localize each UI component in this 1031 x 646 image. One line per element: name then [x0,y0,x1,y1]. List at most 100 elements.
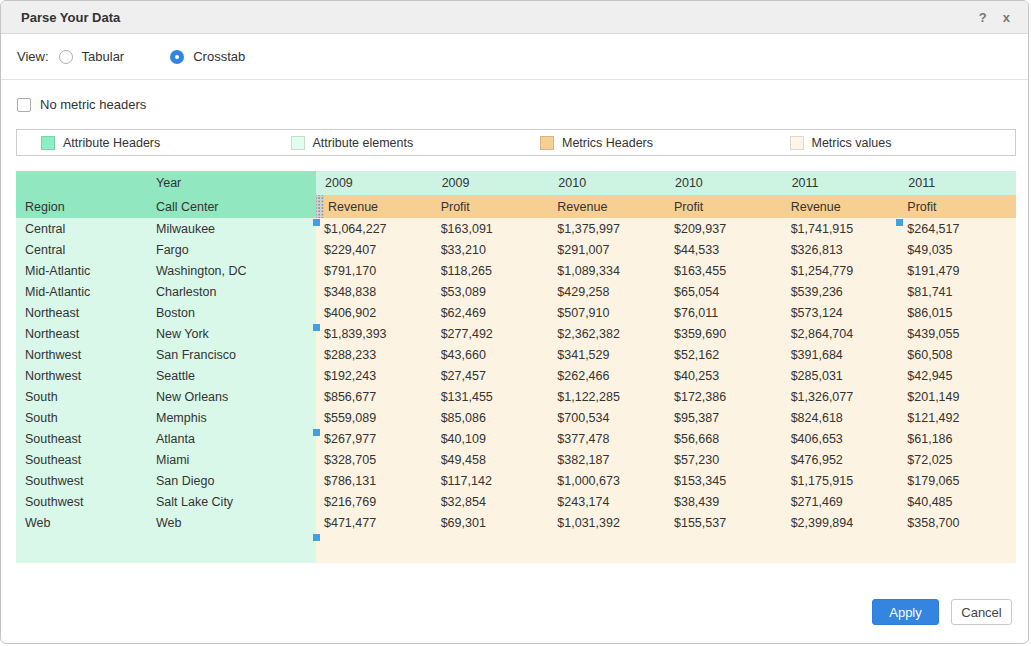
metric-value-cell[interactable]: $69,301 [433,512,550,533]
metric-value-cell[interactable]: $348,838 [316,281,433,302]
metric-value-cell[interactable]: $382,187 [549,449,666,470]
radio-option-crosstab[interactable]: Crosstab [170,49,245,64]
metric-value-cell[interactable]: $81,741 [899,281,1016,302]
call-center-cell[interactable]: Boston [147,302,316,323]
metric-value-cell[interactable]: $277,492 [433,323,550,344]
metric-value-cell[interactable]: $42,945 [899,365,1016,386]
metric-value-cell[interactable]: $121,492 [899,407,1016,428]
metric-value-cell[interactable]: $61,186 [899,428,1016,449]
metric-value-cell[interactable]: $391,684 [783,344,900,365]
metric-value-cell[interactable]: $359,690 [666,323,783,344]
metric-value-cell[interactable]: $72,025 [899,449,1016,470]
metric-value-cell[interactable]: $1,031,392 [549,512,666,533]
metric-value-cell[interactable]: $60,508 [899,344,1016,365]
metric-value-cell[interactable]: $1,741,915 [783,218,900,239]
region-cell[interactable]: Southwest [16,470,147,491]
call-center-cell[interactable]: Salt Lake City [147,491,316,512]
metric-value-cell[interactable]: $33,210 [433,239,550,260]
metric-value-cell[interactable]: $27,457 [433,365,550,386]
region-cell[interactable]: Northeast [16,302,147,323]
metric-value-cell[interactable]: $179,065 [899,470,1016,491]
metric-value-cell[interactable]: $2,362,382 [549,323,666,344]
call-center-cell[interactable]: Web [147,512,316,533]
metric-value-cell[interactable]: $539,236 [783,281,900,302]
metric-value-cell[interactable]: $216,769 [316,491,433,512]
metric-value-cell[interactable]: $192,243 [316,365,433,386]
call-center-cell[interactable]: Washington, DC [147,260,316,281]
metric-value-cell[interactable]: $1,122,285 [549,386,666,407]
metric-value-cell[interactable]: $117,142 [433,470,550,491]
metric-value-cell[interactable]: $229,407 [316,239,433,260]
metric-value-cell[interactable]: $52,162 [666,344,783,365]
metric-value-cell[interactable]: $786,131 [316,470,433,491]
metric-value-cell[interactable]: $38,439 [666,491,783,512]
year-header-cell[interactable]: 2009 [316,171,433,195]
metric-value-cell[interactable]: $44,533 [666,239,783,260]
metric-value-cell[interactable]: $1,254,779 [783,260,900,281]
metric-value-cell[interactable]: $153,345 [666,470,783,491]
year-header-cell[interactable]: 2010 [549,171,666,195]
region-cell[interactable]: Mid-Atlantic [16,281,147,302]
metric-value-cell[interactable]: $326,813 [783,239,900,260]
parse-marker[interactable] [313,324,320,331]
region-cell[interactable]: Northwest [16,365,147,386]
year-header-cell[interactable]: 2010 [666,171,783,195]
metric-value-cell[interactable]: $406,653 [783,428,900,449]
region-cell[interactable]: Mid-Atlantic [16,260,147,281]
metric-value-cell[interactable]: $65,054 [666,281,783,302]
region-cell[interactable]: Web [16,512,147,533]
metric-value-cell[interactable]: $62,469 [433,302,550,323]
metric-value-cell[interactable]: $243,174 [549,491,666,512]
region-cell[interactable]: Central [16,239,147,260]
metric-value-cell[interactable]: $57,230 [666,449,783,470]
drag-grip-icon[interactable] [316,195,324,218]
metric-value-cell[interactable]: $1,089,334 [549,260,666,281]
metric-value-cell[interactable]: $267,977 [316,428,433,449]
metric-value-cell[interactable]: $49,458 [433,449,550,470]
metric-value-cell[interactable]: $2,399,894 [783,512,900,533]
attribute-header-region[interactable]: Region [16,195,147,218]
call-center-cell[interactable]: Miami [147,449,316,470]
metric-value-cell[interactable]: $264,517 [899,218,1016,239]
attribute-header-blank[interactable] [16,171,147,195]
region-cell[interactable]: South [16,386,147,407]
metric-value-cell[interactable]: $377,478 [549,428,666,449]
metric-value-cell[interactable]: $262,466 [549,365,666,386]
apply-button[interactable]: Apply [872,599,939,625]
metric-value-cell[interactable]: $163,455 [666,260,783,281]
parse-marker[interactable] [896,219,903,226]
metric-value-cell[interactable]: $1,375,997 [549,218,666,239]
call-center-cell[interactable]: New Orleans [147,386,316,407]
metric-value-cell[interactable]: $40,485 [899,491,1016,512]
call-center-cell[interactable]: Fargo [147,239,316,260]
call-center-cell[interactable]: San Diego [147,470,316,491]
call-center-cell[interactable]: San Francisco [147,344,316,365]
metric-value-cell[interactable]: $573,124 [783,302,900,323]
metric-value-cell[interactable]: $49,035 [899,239,1016,260]
metric-value-cell[interactable]: $1,175,915 [783,470,900,491]
radio-icon-tabular[interactable] [59,50,73,64]
parse-marker[interactable] [313,429,320,436]
metric-value-cell[interactable]: $118,265 [433,260,550,281]
metric-value-cell[interactable]: $86,015 [899,302,1016,323]
metric-value-cell[interactable]: $85,086 [433,407,550,428]
metric-value-cell[interactable]: $40,253 [666,365,783,386]
region-cell[interactable]: Northeast [16,323,147,344]
metric-value-cell[interactable]: $824,618 [783,407,900,428]
metric-value-cell[interactable]: $358,700 [899,512,1016,533]
radio-option-tabular[interactable]: Tabular [59,49,125,64]
metric-value-cell[interactable]: $172,386 [666,386,783,407]
metric-value-cell[interactable]: $43,660 [433,344,550,365]
metric-value-cell[interactable]: $559,089 [316,407,433,428]
metric-value-cell[interactable]: $32,854 [433,491,550,512]
metric-value-cell[interactable]: $1,839,393 [316,323,433,344]
metric-header-cell[interactable]: Revenue [316,195,433,218]
region-cell[interactable]: Southeast [16,449,147,470]
metric-value-cell[interactable]: $95,387 [666,407,783,428]
region-cell[interactable]: Southeast [16,428,147,449]
metric-value-cell[interactable]: $2,864,704 [783,323,900,344]
year-header-cell[interactable]: 2011 [783,171,900,195]
call-center-cell[interactable]: Memphis [147,407,316,428]
metric-header-cell[interactable]: Revenue [549,195,666,218]
attribute-header-year[interactable]: Year [147,171,316,195]
